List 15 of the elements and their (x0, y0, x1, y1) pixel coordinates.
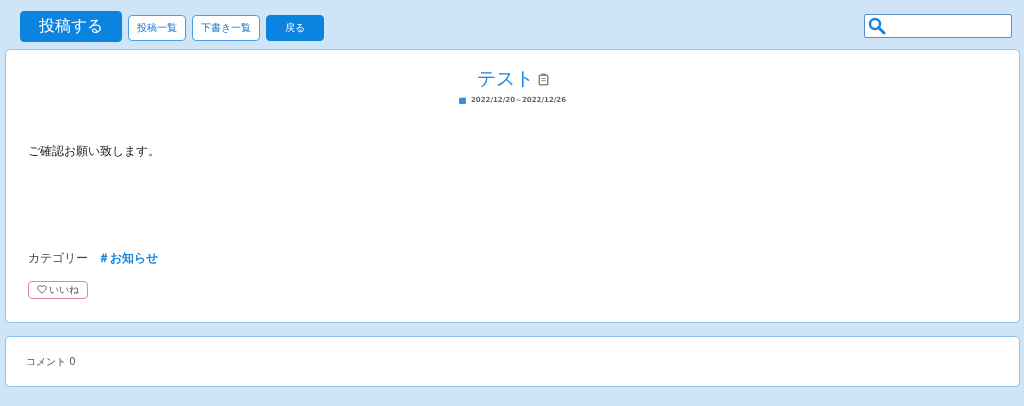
post-title: テスト (476, 66, 534, 91)
like-button[interactable]: いいね (28, 280, 88, 299)
toolbar-button[interactable]: 戻る (266, 15, 324, 41)
search-field[interactable] (864, 14, 1012, 38)
category-label: カテゴリー (28, 249, 88, 267)
comment-count: コメント 0 (26, 354, 76, 369)
category-link[interactable]: ＃お知らせ (98, 249, 158, 267)
post-body: ご確認お願い致します。 (28, 143, 161, 160)
calendar-icon (458, 96, 466, 104)
toolbar-button[interactable]: 投稿一覧 (128, 15, 186, 41)
clipboard-icon (537, 72, 549, 86)
heart-icon (37, 285, 47, 295)
toolbar-button[interactable]: 下書き一覧 (192, 15, 260, 41)
toolbar-button[interactable]: 投稿する (20, 11, 122, 42)
search-icon (868, 17, 886, 35)
